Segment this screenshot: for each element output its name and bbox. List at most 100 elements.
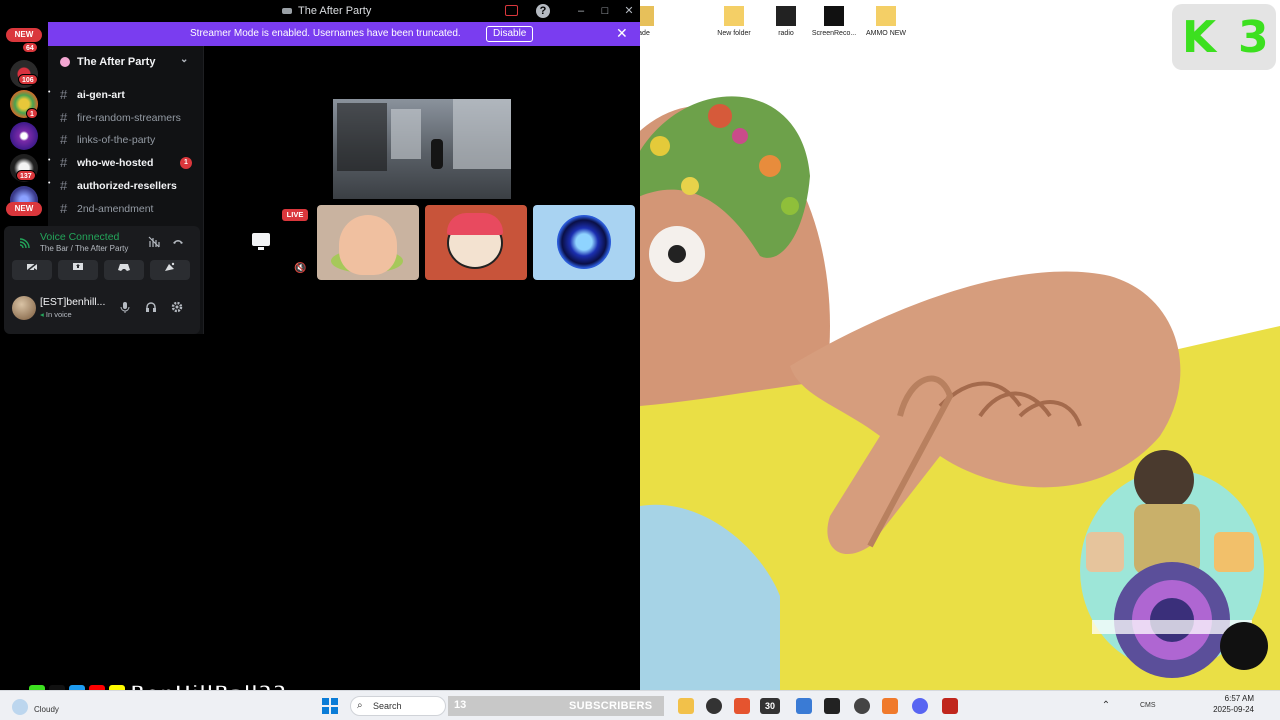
folder-icon bbox=[640, 6, 654, 26]
channel-3[interactable]: • # who-we-hosted 1 bbox=[48, 152, 204, 174]
weather-icon[interactable] bbox=[12, 699, 28, 715]
screen-share-tile[interactable]: LIVE 🔇 bbox=[210, 205, 310, 280]
title-bar[interactable]: The After Party ? – □ ✕ bbox=[0, 0, 640, 22]
desktop-icon-label: ScreenReco... bbox=[811, 30, 857, 37]
desktop-icon[interactable]: AMMO NEW bbox=[862, 6, 910, 37]
screen: The After Party ? – □ ✕ Streamer Mode is… bbox=[0, 0, 1280, 720]
window-title-text: The After Party bbox=[298, 5, 372, 17]
obs-icon[interactable] bbox=[854, 698, 870, 714]
streamer-mode-message: Streamer Mode is enabled. Usernames have… bbox=[190, 28, 461, 39]
minimize-button[interactable]: – bbox=[574, 4, 588, 18]
muted-speaker-icon: 🔇 bbox=[294, 263, 307, 274]
hash-icon: # bbox=[60, 132, 68, 148]
microphone-icon[interactable] bbox=[120, 301, 130, 316]
participant-tile[interactable] bbox=[317, 205, 419, 280]
chevron-down-icon[interactable]: ⌄ bbox=[180, 54, 188, 65]
hash-icon: # bbox=[60, 177, 68, 193]
unread-indicator: • bbox=[48, 179, 51, 187]
disable-streamer-mode-button[interactable]: Disable bbox=[486, 26, 534, 42]
guild-header[interactable]: The After Party ⌄ bbox=[48, 46, 204, 78]
streamer-badge bbox=[1080, 450, 1268, 678]
app-icon[interactable] bbox=[706, 698, 722, 714]
app-icon[interactable] bbox=[796, 698, 812, 714]
gear-icon[interactable] bbox=[171, 301, 183, 316]
desktop-icon-label: ade bbox=[640, 30, 650, 37]
building bbox=[453, 99, 511, 169]
mention-badge: 1 bbox=[180, 157, 192, 170]
help-icon[interactable]: ? bbox=[536, 4, 550, 18]
subscriber-label: SUBSCRIBERS bbox=[569, 700, 653, 712]
user-panel: [EST]benhill... ◂ In voice bbox=[4, 290, 200, 330]
clock-date: 2025-09-24 bbox=[1213, 705, 1254, 714]
app-icon[interactable] bbox=[824, 698, 840, 714]
unread-count-badge: 137 bbox=[16, 170, 36, 181]
k3-logo: K 3 bbox=[1172, 4, 1276, 70]
user-status-text: In voice bbox=[45, 310, 72, 319]
app-icon[interactable] bbox=[942, 698, 958, 714]
participant-tile[interactable] bbox=[425, 205, 527, 280]
file-explorer-icon[interactable] bbox=[678, 698, 694, 714]
camera-toggle-button[interactable] bbox=[12, 260, 52, 280]
channel-5[interactable]: #2nd-amendment bbox=[48, 198, 204, 220]
channel-4[interactable]: • # authorized-resellers bbox=[48, 175, 204, 197]
user-status: ◂ In voice bbox=[40, 310, 72, 319]
headphones-icon[interactable] bbox=[145, 301, 157, 316]
taskbar-badge-app[interactable]: 30 bbox=[760, 698, 780, 714]
signal-icon[interactable] bbox=[18, 238, 30, 253]
start-button[interactable] bbox=[322, 698, 338, 714]
desktop-icon[interactable]: New folder bbox=[710, 6, 758, 37]
screen-share-button[interactable] bbox=[58, 260, 98, 280]
new-badge[interactable]: NEW bbox=[6, 202, 42, 216]
desktop-icon[interactable]: ScreenReco... bbox=[810, 6, 858, 37]
channel-name: links-of-the-party bbox=[77, 134, 156, 147]
weather-label[interactable]: Cloudy bbox=[34, 705, 59, 714]
dismiss-notice-button[interactable]: ✕ bbox=[616, 26, 628, 40]
stream-chat-overlay bbox=[337, 103, 387, 171]
participant-tile[interactable] bbox=[533, 205, 635, 280]
server-icon[interactable] bbox=[10, 122, 38, 150]
close-window-button[interactable]: ✕ bbox=[622, 4, 636, 18]
new-badge[interactable]: NEW bbox=[6, 28, 42, 42]
subscriber-count: 13 bbox=[454, 699, 467, 711]
screen-share-icon bbox=[73, 263, 83, 270]
activities-button[interactable] bbox=[104, 260, 144, 280]
clock[interactable]: 6:57 AM 2025-09-24 bbox=[1206, 693, 1254, 715]
avatar[interactable] bbox=[12, 296, 36, 320]
hash-icon: # bbox=[60, 87, 68, 102]
soundboard-button[interactable] bbox=[150, 260, 190, 280]
channel-0[interactable]: • # ai-gen-art bbox=[48, 84, 204, 106]
voice-location[interactable]: The Bar / The After Party bbox=[40, 244, 128, 253]
user-name[interactable]: [EST]benhill... bbox=[40, 296, 105, 308]
folder-icon bbox=[724, 6, 744, 26]
participant-avatar bbox=[339, 215, 397, 275]
live-badge: LIVE bbox=[282, 209, 308, 221]
channel-1[interactable]: # fire-random-streamers bbox=[48, 107, 204, 129]
channel-2[interactable]: # links-of-the-party bbox=[48, 129, 204, 151]
tray-label[interactable]: CMS bbox=[1140, 698, 1164, 714]
speaker-icon: ◂ bbox=[40, 310, 44, 319]
guild-name: The After Party bbox=[77, 56, 156, 68]
desktop-icon[interactable]: radio bbox=[762, 6, 810, 37]
taskbar-search[interactable]: ⌕ Search bbox=[350, 696, 446, 716]
brave-icon[interactable] bbox=[734, 698, 750, 714]
logo-letter: K bbox=[1182, 12, 1217, 63]
channel-name: authorized-resellers bbox=[77, 179, 177, 192]
camera-off-icon bbox=[26, 262, 38, 272]
noise-suppression-icon[interactable] bbox=[148, 236, 160, 251]
channel-name: ai-gen-art bbox=[77, 89, 125, 101]
window-title: The After Party bbox=[282, 5, 371, 17]
stream-preview[interactable] bbox=[333, 99, 511, 199]
participant-avatar bbox=[447, 213, 503, 235]
chevron-up-icon[interactable]: ⌃ bbox=[1098, 698, 1114, 714]
folder-icon bbox=[776, 6, 796, 26]
unread-count-badge: 106 bbox=[18, 74, 38, 85]
desktop-icon[interactable]: ade bbox=[640, 6, 668, 37]
search-label: Search bbox=[373, 701, 402, 711]
disconnect-icon[interactable] bbox=[172, 236, 184, 251]
voice-panel: Voice Connected The Bar / The After Part… bbox=[4, 226, 200, 334]
maximize-button[interactable]: □ bbox=[598, 4, 612, 18]
screen-share-icon[interactable] bbox=[505, 5, 518, 16]
discord-icon[interactable] bbox=[912, 698, 928, 714]
app-icon[interactable] bbox=[882, 698, 898, 714]
desktop-icon-label: AMMO NEW bbox=[865, 30, 907, 37]
